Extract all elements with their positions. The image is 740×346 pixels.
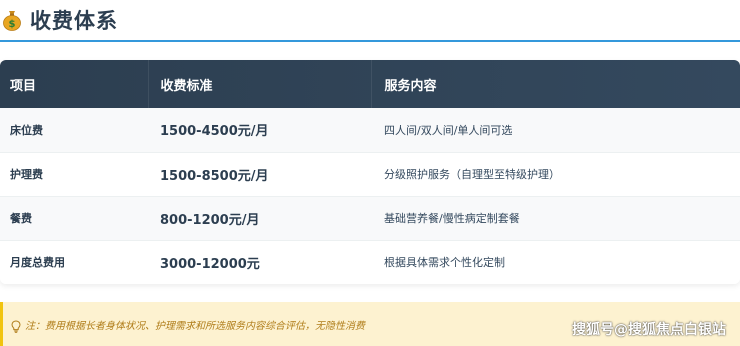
fee-table: 项目 收费标准 服务内容 床位费 1500-4500元/月 四人间/双人间/单人… <box>0 60 740 284</box>
row-item: 餐费 <box>10 212 32 225</box>
fee-table-container: 项目 收费标准 服务内容 床位费 1500-4500元/月 四人间/双人间/单人… <box>0 60 740 284</box>
column-header-price: 收费标准 <box>147 60 371 108</box>
money-bag-icon: $ <box>2 9 22 31</box>
table-row: 床位费 1500-4500元/月 四人间/双人间/单人间可选 <box>0 108 740 152</box>
row-price: 800-1200元/月 <box>160 212 260 228</box>
row-item: 月度总费用 <box>10 256 65 270</box>
table-header-row: 项目 收费标准 服务内容 <box>0 60 740 108</box>
row-service: 基础营养餐/慢性病定制套餐 <box>384 212 520 225</box>
table-row: 月度总费用 3000-12000元 根据具体需求个性化定制 <box>0 240 740 284</box>
lightbulb-icon <box>11 318 21 333</box>
row-price: 1500-4500元/月 <box>160 124 269 140</box>
watermark: 搜狐号@搜狐焦点白银站 <box>572 322 726 338</box>
note-text: 注：费用根据长者身体状况、护理需求和所选服务内容综合评估，无隐性消费 <box>25 320 365 332</box>
table-row: 餐费 800-1200元/月 基础营养餐/慢性病定制套餐 <box>0 196 740 240</box>
row-item: 护理费 <box>10 168 43 181</box>
column-header-service: 服务内容 <box>370 60 740 108</box>
row-service: 四人间/双人间/单人间可选 <box>384 123 513 137</box>
row-service: 分级照护服务（自理型至特级护理） <box>384 168 560 181</box>
row-price: 1500-8500元/月 <box>160 168 269 184</box>
column-header-item: 项目 <box>10 78 37 94</box>
page-title: 收费体系 <box>30 9 118 33</box>
row-service: 根据具体需求个性化定制 <box>384 256 505 270</box>
row-price: 3000-12000元 <box>160 256 260 272</box>
page-header: $ 收费体系 <box>0 0 740 42</box>
table-row: 护理费 1500-8500元/月 分级照护服务（自理型至特级护理） <box>0 152 740 196</box>
svg-text:$: $ <box>9 19 16 30</box>
row-item: 床位费 <box>10 123 43 137</box>
